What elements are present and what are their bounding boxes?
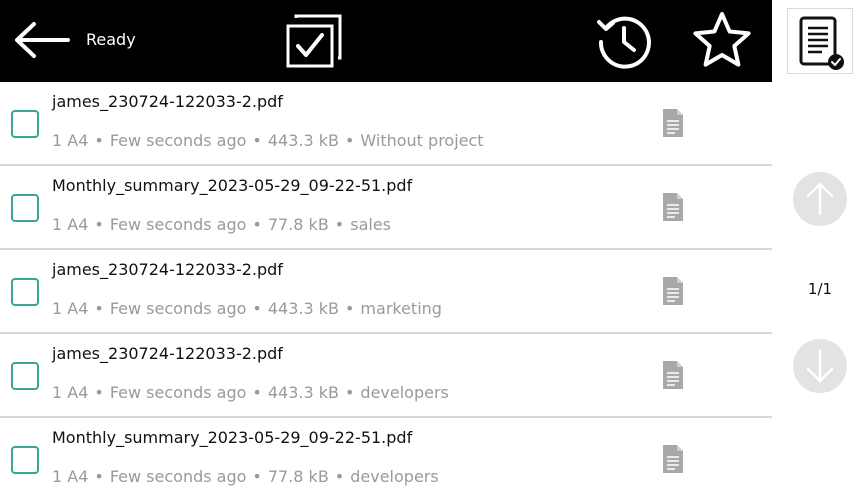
meta-separator: • — [252, 215, 262, 234]
file-pages: 1 A4 — [52, 131, 89, 150]
file-checkbox[interactable] — [11, 194, 39, 222]
page-indicator: 1/1 — [807, 280, 833, 298]
file-meta: 1 A4 • Few seconds ago • 443.3 kB • developers — [52, 383, 449, 402]
file-icon — [660, 360, 686, 390]
scroll-down-button[interactable] — [793, 339, 847, 393]
file-row[interactable]: james_230724-122033-2.pdf 1 A4 • Few second… — [0, 250, 772, 334]
select-all-icon — [286, 14, 342, 68]
meta-separator: • — [252, 131, 262, 150]
document-check-icon — [799, 16, 844, 70]
file-name: Monthly_summary_2023-05-29_09-22-51.pdf — [52, 176, 413, 195]
meta-separator: • — [344, 131, 355, 150]
meta-separator: • — [344, 383, 355, 402]
favorites-button[interactable] — [692, 10, 752, 70]
file-project: Without project — [360, 131, 484, 150]
select-all-button[interactable] — [284, 12, 344, 70]
file-list: james_230724-122033-2.pdf 1 A4 • Few second… — [0, 82, 772, 496]
file-pages: 1 A4 — [52, 467, 89, 486]
file-meta: 1 A4 • Few seconds ago • 77.8 kB • developers — [52, 467, 439, 486]
file-icon — [660, 276, 686, 306]
meta-separator: • — [94, 299, 104, 318]
meta-separator: • — [252, 467, 262, 486]
file-project: developers — [360, 383, 449, 402]
meta-separator: • — [94, 215, 104, 234]
file-meta: 1 A4 • Few seconds ago • 443.3 kB • marketing — [52, 299, 442, 318]
scroll-up-button[interactable] — [793, 172, 847, 226]
file-row[interactable]: Monthly_summary_2023-05-29_09-22-51.pdf 1… — [0, 166, 772, 250]
file-time: Few seconds ago — [109, 215, 247, 234]
meta-separator: • — [252, 383, 262, 402]
file-icon — [660, 108, 686, 138]
file-checkbox[interactable] — [11, 446, 39, 474]
file-meta: 1 A4 • Few seconds ago • 77.8 kB • sales — [52, 215, 391, 234]
file-time: Few seconds ago — [109, 131, 247, 150]
file-name: james_230724-122033-2.pdf — [52, 260, 283, 279]
file-checkbox[interactable] — [11, 110, 39, 138]
file-icon — [660, 444, 686, 474]
meta-separator: • — [252, 299, 262, 318]
file-row[interactable]: james_230724-122033-2.pdf 1 A4 • Few second… — [0, 334, 772, 418]
status-text: Ready — [86, 30, 136, 49]
file-size: 443.3 kB — [267, 383, 339, 402]
file-meta: 1 A4 • Few seconds ago • 443.3 kB • Without pr… — [52, 131, 484, 150]
file-time: Few seconds ago — [109, 299, 247, 318]
file-size: 77.8 kB — [267, 215, 329, 234]
meta-separator: • — [94, 383, 104, 402]
arrow-up-icon — [806, 182, 834, 216]
scroll-panel: 1/1 — [772, 82, 868, 496]
file-project: developers — [350, 467, 439, 486]
file-project: marketing — [360, 299, 442, 318]
meta-separator: • — [334, 215, 345, 234]
top-bar: Ready — [0, 0, 772, 82]
file-pages: 1 A4 — [52, 383, 89, 402]
arrow-down-icon — [806, 349, 834, 383]
file-time: Few seconds ago — [109, 467, 247, 486]
file-row[interactable]: Monthly_summary_2023-05-29_09-22-51.pdf 1… — [0, 418, 772, 496]
back-button[interactable] — [12, 20, 70, 60]
meta-separator: • — [94, 467, 104, 486]
file-checkbox[interactable] — [11, 362, 39, 390]
documents-tab-button[interactable] — [787, 8, 853, 74]
file-name: james_230724-122033-2.pdf — [52, 344, 283, 363]
arrow-left-icon — [15, 22, 70, 58]
history-button[interactable] — [594, 12, 654, 72]
history-icon — [597, 16, 651, 69]
meta-separator: • — [344, 299, 355, 318]
star-icon — [693, 12, 751, 67]
file-project: sales — [350, 215, 391, 234]
file-row[interactable]: james_230724-122033-2.pdf 1 A4 • Few second… — [0, 82, 772, 166]
file-checkbox[interactable] — [11, 278, 39, 306]
file-name: Monthly_summary_2023-05-29_09-22-51.pdf — [52, 428, 413, 447]
meta-separator: • — [334, 467, 345, 486]
file-time: Few seconds ago — [109, 383, 247, 402]
meta-separator: • — [94, 131, 104, 150]
file-pages: 1 A4 — [52, 299, 89, 318]
file-name: james_230724-122033-2.pdf — [52, 92, 283, 111]
file-icon — [660, 192, 686, 222]
file-size: 443.3 kB — [267, 299, 339, 318]
file-size: 77.8 kB — [267, 467, 329, 486]
file-pages: 1 A4 — [52, 215, 89, 234]
file-size: 443.3 kB — [267, 131, 339, 150]
